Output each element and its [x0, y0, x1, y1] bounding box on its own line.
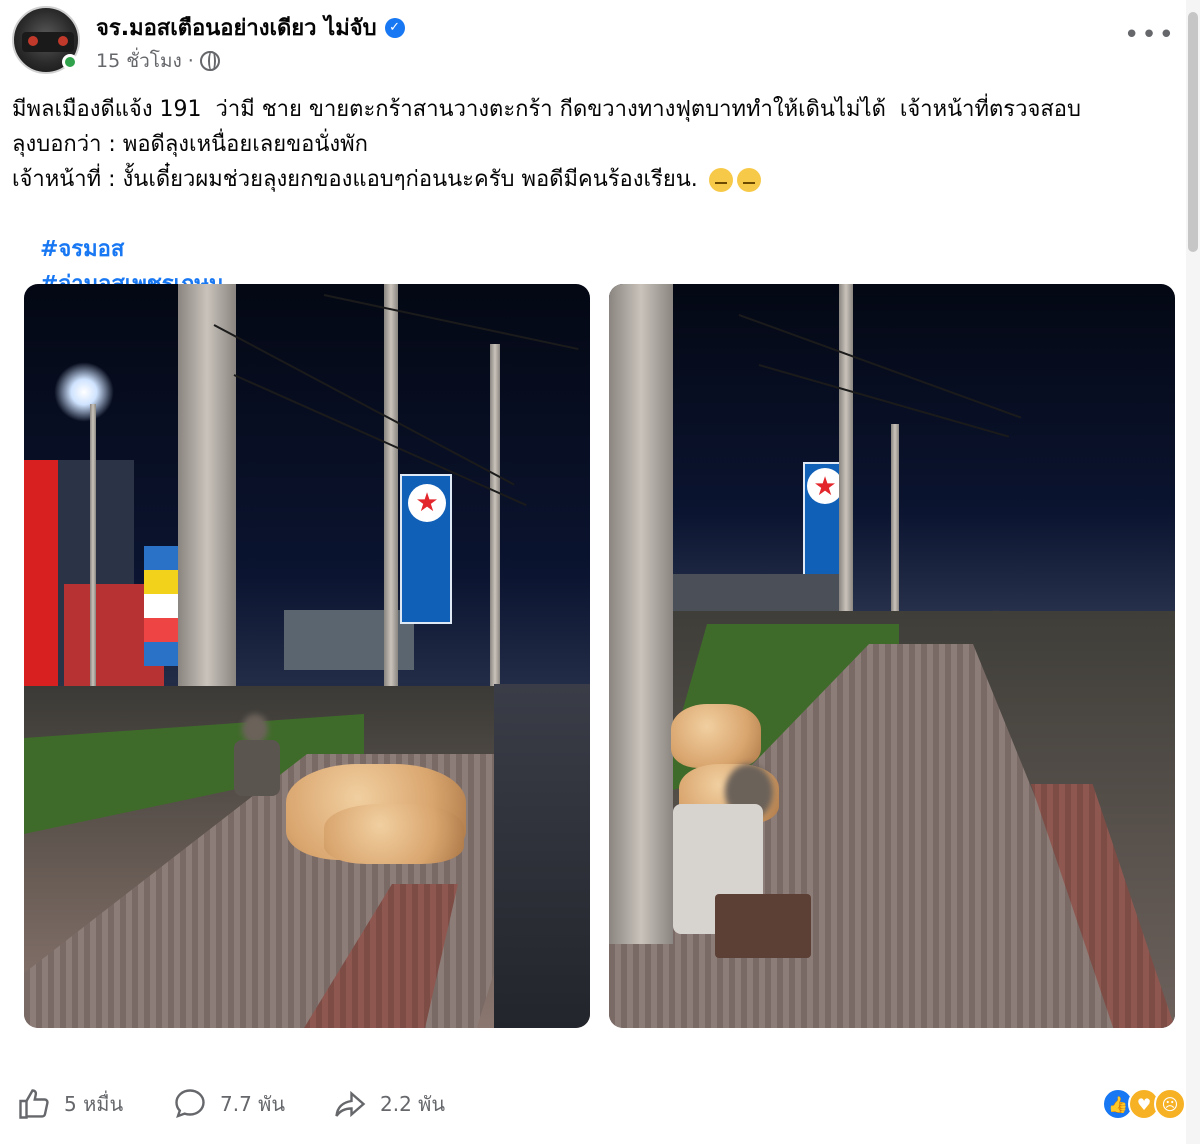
post-text-line-2: ลุงบอกว่า : พอดีลุงเหนื่อยเลยขอนั่งพัก: [12, 132, 368, 157]
concrete-pole-main: [609, 284, 673, 944]
woven-basket-pile: [671, 704, 761, 768]
photo-night-sidewalk-closeup[interactable]: [609, 284, 1175, 1028]
photo-night-sidewalk-wide[interactable]: [24, 284, 590, 1028]
share-count: 2.2 พัน: [380, 1092, 446, 1116]
like-count: 5 หมื่น: [64, 1092, 124, 1116]
hashtag-link-1[interactable]: #จรมอส: [40, 237, 124, 262]
fuel-price-sign: [24, 460, 58, 690]
comment-bubble-icon: [175, 1089, 205, 1118]
road: [494, 684, 590, 1028]
globe-icon[interactable]: [199, 51, 220, 71]
more-options-button[interactable]: •••: [1124, 20, 1176, 50]
pensive-face-emoji: [708, 168, 733, 192]
post-meta: 15 ชั่วโมง ·: [96, 46, 220, 76]
comment-count: 7.7 พัน: [220, 1092, 286, 1116]
thumbs-up-icon: [19, 1089, 49, 1119]
sad-reaction-icon: ☹: [1154, 1088, 1186, 1120]
post-header: จร.มอสเตือนอย่างเดียว ไม่จับ ✓ 15 ชั่วโม…: [0, 0, 1200, 90]
online-status-icon: [62, 54, 78, 70]
verified-badge-icon: ✓: [384, 17, 405, 38]
page-avatar[interactable]: [12, 6, 80, 74]
utility-pole-far: [490, 344, 500, 704]
page-name-link[interactable]: จร.มอสเตือนอย่างเดียว ไม่จับ ✓: [96, 10, 405, 45]
comment-button[interactable]: 7.7 พัน: [172, 1086, 285, 1122]
utility-pole: [384, 284, 398, 730]
meta-separator: ·: [187, 50, 194, 72]
share-button[interactable]: 2.2 พัน: [332, 1086, 445, 1122]
street-lamp-pole: [90, 404, 96, 704]
reaction-summary[interactable]: 👍 ♥ ☹: [1102, 1088, 1186, 1120]
post-text-line-1: มีพลเมืองดีแจ้ง 191 ว่ามี ชาย ขายตะกร้าส…: [12, 97, 1081, 122]
share-arrow-icon: [335, 1090, 366, 1118]
caltex-sign: [400, 474, 452, 624]
scrollbar[interactable]: [1186, 0, 1200, 1144]
page-name[interactable]: จร.มอสเตือนอย่างเดียว ไม่จับ: [96, 10, 377, 45]
post-timestamp[interactable]: 15 ชั่วโมง: [96, 46, 182, 76]
post-actions-bar: 5 หมื่น 7.7 พัน 2.2 พัน 👍 ♥ ☹: [0, 1080, 1200, 1130]
handbag: [715, 894, 811, 958]
scrollbar-thumb[interactable]: [1188, 12, 1198, 252]
like-button[interactable]: 5 หมื่น: [16, 1086, 123, 1122]
post-text-line-3: เจ้าหน้าที่ : งั้นเดี๋ยวผมช่วยลุงยกของแอ…: [12, 162, 1172, 197]
seated-man: [230, 714, 290, 814]
street-lamp: [54, 362, 114, 422]
pensive-face-emoji: [736, 168, 761, 192]
